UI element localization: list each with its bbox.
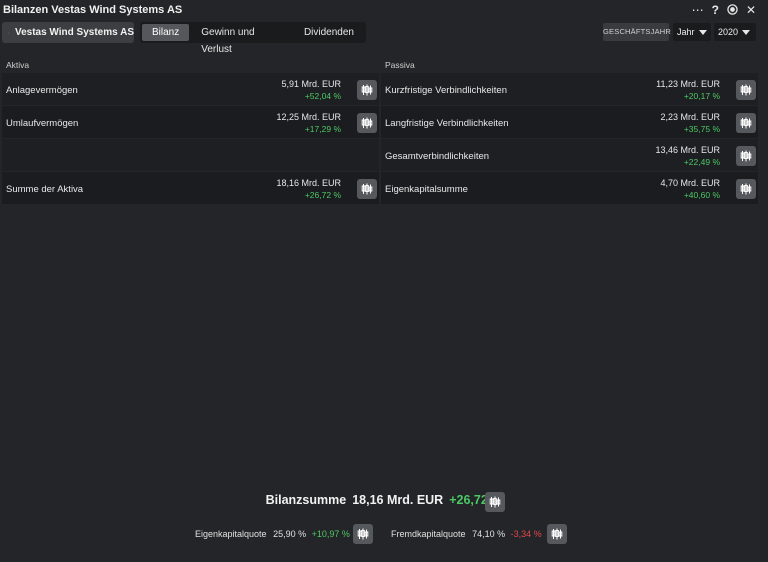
row-label: Langfristige Verbindlichkeiten bbox=[385, 118, 509, 129]
tab-bilanz[interactable]: Bilanz bbox=[142, 24, 190, 41]
chevron-down-icon bbox=[698, 29, 707, 35]
chart-button[interactable] bbox=[736, 80, 756, 100]
debt-ratio-label: Fremdkapitalquote bbox=[391, 529, 466, 539]
chart-button[interactable] bbox=[357, 179, 377, 199]
tab-bar: Bilanz Gewinn und Verlust Dividenden bbox=[140, 22, 366, 55]
window-controls: ⋯ ? ✕ bbox=[692, 3, 768, 17]
table-row: Langfristige Verbindlichkeiten 2,23 Mrd.… bbox=[381, 106, 758, 138]
help-icon[interactable]: ? bbox=[712, 4, 719, 16]
more-icon[interactable]: ⋯ bbox=[692, 4, 704, 16]
row-label: Anlagevermögen bbox=[6, 85, 78, 96]
equity-ratio-chart-button[interactable] bbox=[353, 524, 373, 544]
period-type-value: Jahr bbox=[677, 27, 695, 37]
candlestick-icon bbox=[740, 183, 752, 195]
row-value: 12,25 Mrd. EUR bbox=[276, 112, 341, 122]
table-row: Kurzfristige Verbindlichkeiten 11,23 Mrd… bbox=[381, 73, 758, 105]
table-row: Eigenkapitalsumme 4,70 Mrd. EUR +40,60 % bbox=[381, 172, 758, 204]
row-change: +20,17 % bbox=[683, 91, 720, 101]
balance-sum-chart-button[interactable] bbox=[485, 492, 505, 512]
table-row: Summe der Aktiva 18,16 Mrd. EUR +26,72 % bbox=[2, 172, 379, 204]
debt-ratio-value: 74,10 % bbox=[472, 529, 506, 539]
title-bar: Bilanzen Vestas Wind Systems AS ⋯ ? ✕ bbox=[0, 0, 768, 20]
chevron-down-icon bbox=[742, 29, 751, 35]
row-label: Summe der Aktiva bbox=[6, 184, 84, 195]
debt-ratio-chart-button[interactable] bbox=[547, 524, 567, 544]
candlestick-icon bbox=[361, 84, 373, 96]
chart-button[interactable] bbox=[357, 80, 377, 100]
row-value: 18,16 Mrd. EUR bbox=[276, 178, 341, 188]
period-type-dropdown[interactable]: Jahr bbox=[673, 23, 711, 41]
row-label: Umlaufvermögen bbox=[6, 118, 79, 129]
debt-ratio-change: -3,34 % bbox=[510, 529, 542, 539]
equity-ratio: Eigenkapitalquote 25,90 % +10,97 % bbox=[195, 529, 350, 539]
candlestick-icon bbox=[740, 150, 752, 162]
row-change: +17,29 % bbox=[304, 124, 341, 134]
row-change: +40,60 % bbox=[683, 190, 720, 200]
row-label: Kurzfristige Verbindlichkeiten bbox=[385, 85, 507, 96]
row-label: Gesamtverbindlichkeiten bbox=[385, 151, 490, 162]
row-change: +35,75 % bbox=[683, 124, 720, 134]
table-row: Anlagevermögen 5,91 Mrd. EUR +52,04 % bbox=[2, 73, 379, 105]
candlestick-icon bbox=[361, 117, 373, 129]
chart-button[interactable] bbox=[736, 146, 756, 166]
equity-ratio-label: Eigenkapitalquote bbox=[195, 529, 267, 539]
chart-button[interactable] bbox=[357, 113, 377, 133]
balance-sum: Bilanzsumme 18,16 Mrd. EUR +26,72 % bbox=[0, 493, 768, 513]
debt-ratio: Fremdkapitalquote 74,10 % -3,34 % bbox=[391, 529, 542, 539]
search-value: Vestas Wind Systems AS bbox=[14, 27, 134, 38]
close-icon[interactable]: ✕ bbox=[746, 4, 756, 16]
candlestick-icon bbox=[489, 496, 501, 508]
row-value: 13,46 Mrd. EUR bbox=[655, 145, 720, 155]
candlestick-icon bbox=[740, 117, 752, 129]
row-label: Eigenkapitalsumme bbox=[385, 184, 468, 195]
table-row-empty bbox=[2, 139, 379, 171]
window-title: Bilanzen Vestas Wind Systems AS bbox=[3, 4, 183, 16]
candlestick-icon bbox=[357, 528, 369, 540]
row-value: 2,23 Mrd. EUR bbox=[660, 112, 720, 122]
balance-sum-label: Bilanzsumme bbox=[265, 493, 347, 507]
candlestick-icon bbox=[740, 84, 752, 96]
row-value: 5,91 Mrd. EUR bbox=[281, 79, 341, 89]
equity-ratio-value: 25,90 % bbox=[273, 529, 307, 539]
equity-ratio-change: +10,97 % bbox=[311, 529, 350, 539]
table-row: Umlaufvermögen 12,25 Mrd. EUR +17,29 % bbox=[2, 106, 379, 138]
period-label: GESCHÄFTSJAHR bbox=[603, 23, 671, 41]
passiva-panel: Passiva Kurzfristige Verbindlichkeiten 1… bbox=[381, 56, 758, 204]
balance-sum-value: 18,16 Mrd. EUR bbox=[352, 493, 444, 507]
chart-button[interactable] bbox=[736, 179, 756, 199]
year-dropdown[interactable]: 2020 bbox=[714, 23, 756, 41]
search-icon bbox=[8, 32, 9, 33]
aktiva-header: Aktiva bbox=[6, 60, 30, 70]
row-change: +22,49 % bbox=[683, 157, 720, 167]
tab-dividenden[interactable]: Dividenden bbox=[294, 24, 364, 41]
year-value: 2020 bbox=[718, 27, 739, 37]
target-icon[interactable] bbox=[727, 3, 738, 17]
passiva-header: Passiva bbox=[385, 60, 415, 70]
tab-gewinn-und-verlust[interactable]: Gewinn und Verlust bbox=[191, 24, 294, 55]
row-value: 11,23 Mrd. EUR bbox=[656, 79, 720, 89]
row-value: 4,70 Mrd. EUR bbox=[660, 178, 720, 188]
row-change: +26,72 % bbox=[304, 190, 341, 200]
chart-button[interactable] bbox=[736, 113, 756, 133]
aktiva-panel: Aktiva Anlagevermögen 5,91 Mrd. EUR +52,… bbox=[2, 56, 379, 204]
candlestick-icon bbox=[361, 183, 373, 195]
candlestick-icon bbox=[551, 528, 563, 540]
row-change: +52,04 % bbox=[304, 91, 341, 101]
table-row: Gesamtverbindlichkeiten 13,46 Mrd. EUR +… bbox=[381, 139, 758, 171]
search-input[interactable]: Vestas Wind Systems AS bbox=[2, 22, 134, 43]
